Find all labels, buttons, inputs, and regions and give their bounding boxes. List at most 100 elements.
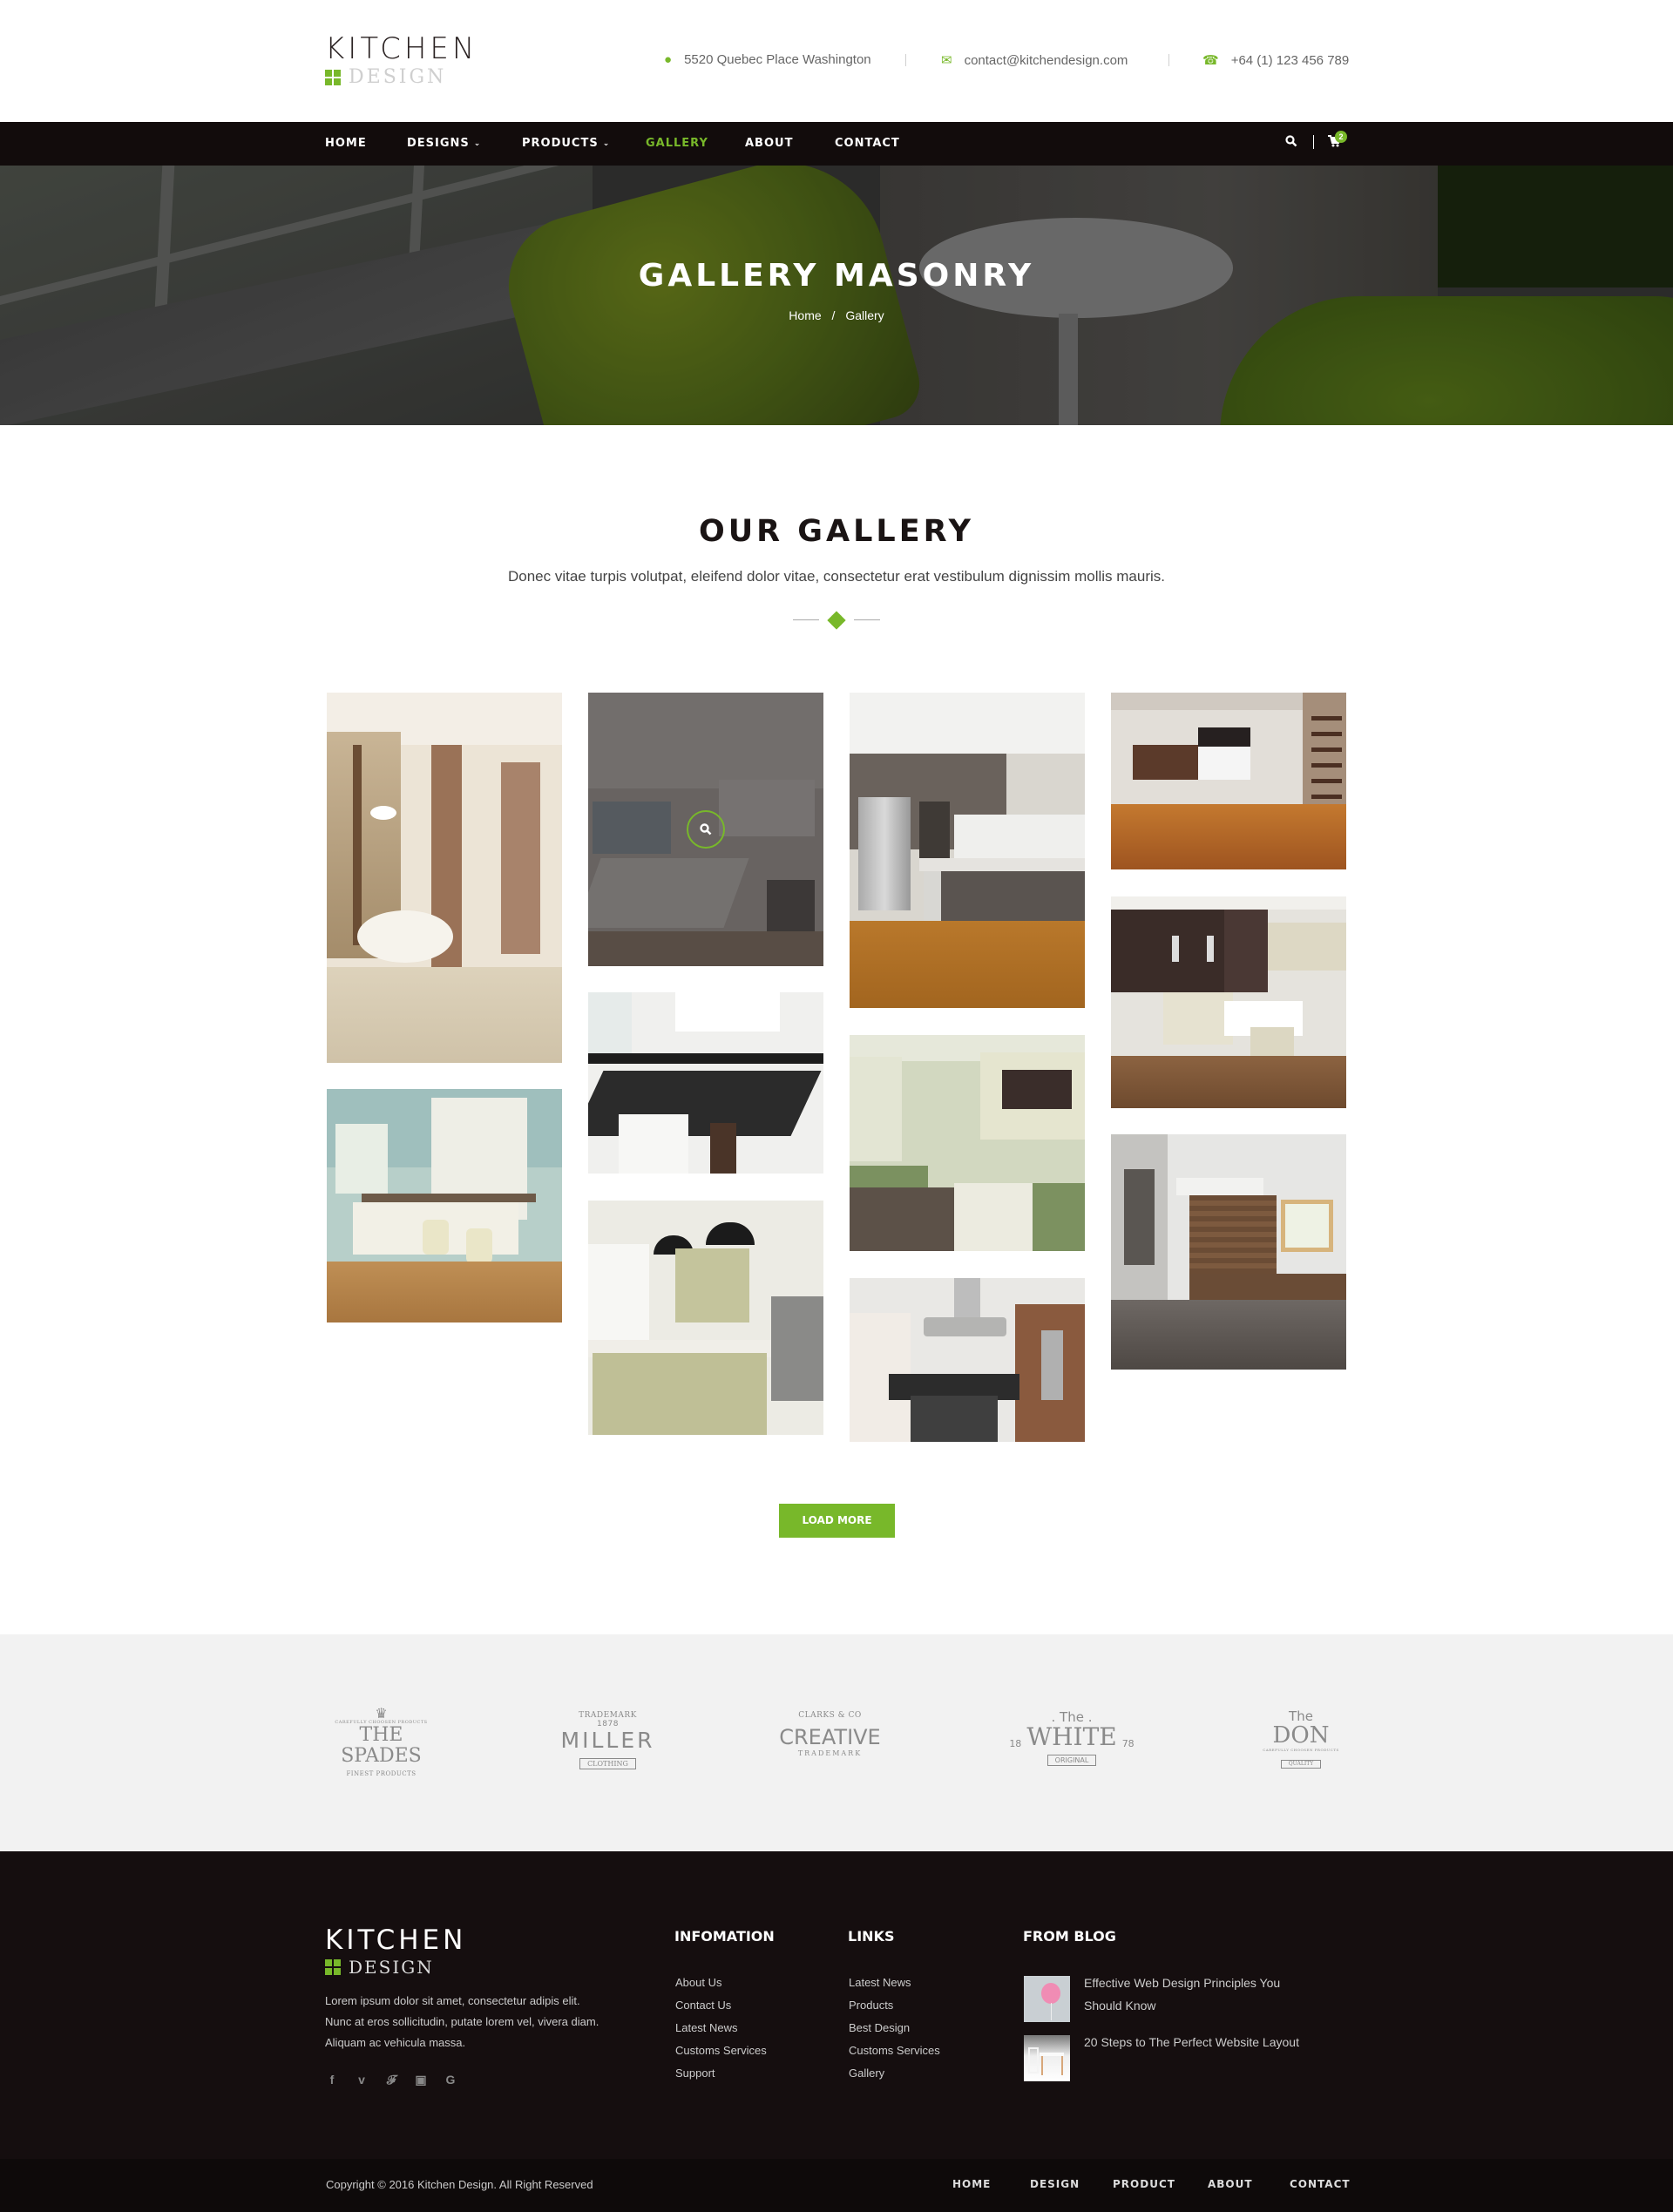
divider (1313, 135, 1314, 149)
brand-subtitle: TRADEMARK (797, 1749, 863, 1757)
logo-line1: KITCHEN (325, 1925, 467, 1956)
breadcrumb-home[interactable]: Home (789, 308, 821, 322)
chevron-down-icon: ⌄ (602, 139, 611, 148)
footer-link[interactable]: Gallery (849, 2062, 940, 2085)
brand-logos: ♛ CAREFULLY CHOOSEN PRODUCTS THE SPADES … (0, 1634, 1673, 1851)
brand-logo-miller[interactable]: TRADEMARK 1878 MILLER CLOTHING (558, 1711, 658, 1769)
nav-products-label: PRODUCTS (522, 137, 599, 150)
gallery-item[interactable] (588, 693, 823, 966)
brand-subtitle: QUALITY (1280, 1760, 1322, 1769)
brand-tagline: The (1289, 1708, 1313, 1724)
nav-about[interactable]: ABOUT (745, 137, 793, 150)
bottom-bar: Copyright © 2016 Kitchen Design. All Rig… (0, 2159, 1673, 2212)
blog-thumbnail-table[interactable] (1024, 2035, 1070, 2081)
load-more-button[interactable]: LOAD MORE (779, 1504, 895, 1538)
hero-banner: GALLERY MASONRY Home / Gallery (0, 166, 1673, 425)
logo-grid-icon (325, 1959, 341, 1975)
nav-contact-label: CONTACT (835, 137, 900, 150)
blog-post-title[interactable]: Effective Web Design Principles You Shou… (1084, 1972, 1302, 2022)
gallery-item[interactable] (327, 693, 562, 1063)
blog-post[interactable]: 20 Steps to The Perfect Website Layout (1024, 2035, 1302, 2081)
nav-designs-label: DESIGNS (407, 137, 470, 150)
email-text[interactable]: contact@kitchendesign.com (965, 53, 1128, 68)
twitter-icon[interactable]: 𝓕 (384, 2073, 398, 2087)
site-footer: KITCHEN DESIGN Lorem ipsum dolor sit ame… (0, 1851, 1673, 2159)
google-icon[interactable]: G (444, 2073, 457, 2087)
footer-logo[interactable]: KITCHEN DESIGN (325, 1925, 466, 1978)
footer-link[interactable]: Customs Services (675, 2040, 767, 2062)
map-marker-icon: ● (664, 52, 673, 67)
gallery-item[interactable] (850, 1035, 1085, 1251)
main-nav: HOME DESIGNS ⌄ PRODUCTS ⌄ GALLERY ABOUT CO… (0, 122, 1673, 166)
phone-icon: ☎ (1202, 53, 1219, 68)
social-links: f v 𝓕 ▣ G (325, 2073, 457, 2087)
nav-contact[interactable]: CONTACT (835, 137, 900, 150)
logo-line1: KITCHEN (325, 31, 478, 66)
divider (905, 54, 906, 66)
brand-name: THE SPADES (341, 1724, 422, 1767)
bottom-nav-home[interactable]: HOME (952, 2178, 991, 2190)
brand-logo-the-don[interactable]: The DON CAREFULLY CHOOSEN PRODUCTS QUALI… (1255, 1709, 1347, 1769)
brand-subtitle: FINEST PRODUCTS (346, 1770, 417, 1777)
footer-link[interactable]: Best Design (849, 2017, 940, 2040)
footer-link[interactable]: Contact Us (675, 1994, 767, 2017)
brand-subtitle: ORIGINAL (1046, 1755, 1097, 1766)
instagram-icon[interactable]: ▣ (414, 2073, 428, 2087)
logo[interactable]: KITCHEN DESIGN (325, 33, 478, 88)
blog-post[interactable]: Effective Web Design Principles You Shou… (1024, 1976, 1302, 2022)
footer-link[interactable]: Latest News (849, 1972, 940, 1994)
nav-gallery[interactable]: GALLERY (646, 137, 708, 150)
logo-grid-icon (325, 69, 341, 85)
gallery-item[interactable] (1111, 693, 1346, 869)
gallery-item[interactable] (588, 992, 823, 1174)
divider (1168, 54, 1169, 66)
bottom-nav-contact[interactable]: CONTACT (1290, 2178, 1351, 2190)
brand-logo-creative[interactable]: CLARKS & CO CREATIVE TRADEMARK (776, 1711, 884, 1757)
footer-description: Lorem ipsum dolor sit amet, consectetur … (325, 1994, 599, 2049)
gallery-item[interactable] (588, 1201, 823, 1435)
breadcrumb: Home / Gallery (0, 308, 1673, 322)
brand-tagline: TRADEMARK (579, 1711, 637, 1720)
contact-email[interactable]: ✉ contact@kitchendesign.com (941, 52, 1128, 69)
blog-post-title[interactable]: 20 Steps to The Perfect Website Layout (1084, 2031, 1302, 2081)
blog-thumbnail-balloon[interactable] (1024, 1976, 1070, 2022)
footer-heading-links: LINKS (848, 1928, 895, 1945)
search-icon (700, 823, 712, 835)
section-title: OUR GALLERY (698, 514, 975, 549)
gallery-item[interactable] (1111, 1134, 1346, 1370)
footer-heading-blog: FROM BLOG (1023, 1928, 1116, 1945)
divider-line (854, 619, 880, 620)
brand-logo-the-spades[interactable]: ♛ CAREFULLY CHOOSEN PRODUCTS THE SPADES … (322, 1707, 440, 1778)
gallery-item[interactable] (850, 693, 1085, 1008)
footer-link[interactable]: Latest News (675, 2017, 767, 2040)
bottom-nav-about[interactable]: ABOUT (1208, 2178, 1253, 2190)
information-links: About Us Contact Us Latest News Customs … (675, 1972, 767, 2085)
brand-name: MILLER (560, 1728, 655, 1753)
search-icon[interactable] (1285, 135, 1297, 150)
nav-home[interactable]: HOME (325, 137, 367, 150)
nav-designs[interactable]: DESIGNS ⌄ (407, 137, 481, 150)
facebook-icon[interactable]: f (325, 2073, 339, 2087)
footer-link[interactable]: Products (849, 1994, 940, 2017)
footer-link[interactable]: Customs Services (849, 2040, 940, 2062)
brand-description: CAREFULLY CHOOSEN PRODUCTS (1263, 1748, 1339, 1752)
footer-link[interactable]: About Us (675, 1972, 767, 1994)
bottom-nav-product[interactable]: PRODUCT (1113, 2178, 1175, 2190)
contact-phone: ☎ +64 (1) 123 456 789 (1202, 52, 1349, 69)
diamond-icon (827, 611, 846, 630)
nav-about-label: ABOUT (745, 137, 794, 150)
vimeo-icon[interactable]: v (355, 2073, 369, 2087)
logo-line2: DESIGN (349, 66, 447, 88)
chevron-down-icon: ⌄ (473, 139, 482, 148)
breadcrumb-current: Gallery (845, 308, 884, 322)
gallery-item[interactable] (850, 1278, 1085, 1442)
gallery-item[interactable] (1111, 896, 1346, 1108)
gallery-item[interactable] (327, 1089, 562, 1322)
contact-address: ● 5520 Quebec Place Washington (664, 52, 871, 67)
quick-links: Latest News Products Best Design Customs… (849, 1972, 940, 2085)
brand-logo-the-white[interactable]: . The . 18 WHITE 78 ORIGINAL (1006, 1709, 1137, 1766)
footer-link[interactable]: Support (675, 2062, 767, 2085)
zoom-button[interactable] (687, 810, 725, 849)
bottom-nav-design[interactable]: DESIGN (1030, 2178, 1080, 2190)
nav-products[interactable]: PRODUCTS ⌄ (522, 137, 610, 150)
